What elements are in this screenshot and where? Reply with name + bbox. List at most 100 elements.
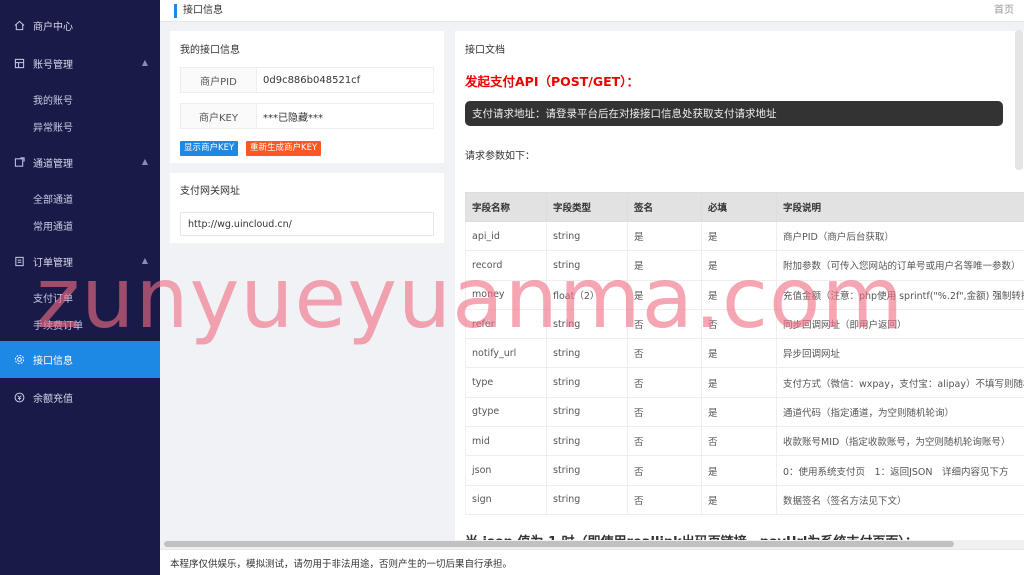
table-cell: 是 <box>627 279 702 310</box>
table-cell: string <box>546 455 628 486</box>
table-cell: 附加参数（可传入您网站的订单号或用户名等唯一参数） <box>776 250 1024 281</box>
table-cell: string <box>546 308 628 340</box>
sidebar-item-label: 商户中心 <box>33 21 73 33</box>
column-header: 字段类型 <box>546 192 628 222</box>
vertical-scrollbar[interactable] <box>1015 30 1023 170</box>
table-cell: 否 <box>627 426 702 457</box>
channel-icon <box>13 156 25 168</box>
sidebar-subitem-common-channels[interactable]: 常用通道 <box>0 212 160 239</box>
column-header: 字段名称 <box>465 192 547 222</box>
sidebar-subitem-all-channels[interactable]: 全部通道 <box>0 185 160 212</box>
key-value[interactable]: ***已隐藏*** <box>257 104 433 128</box>
column-header: 签名 <box>627 192 702 222</box>
table-row: api_id string 是是商户PID（商户后台获取） <box>465 220 1024 252</box>
table-row: record string 是是附加参数（可传入您网站的订单号或用户名等唯一参数） <box>465 250 1024 281</box>
sidebar-item-label: 订单管理 <box>33 257 73 269</box>
table-cell: 异步回调网址 <box>776 338 1024 369</box>
sidebar-item-order[interactable]: 订单管理 ▲ <box>0 242 160 280</box>
table-cell: string <box>546 396 628 428</box>
table-cell: 否 <box>627 367 702 398</box>
table-cell: refer <box>465 308 547 340</box>
my-api-info-card: 我的接口信息 商户PID 0d9c886b048521cf 商户KEY ***已… <box>170 31 444 163</box>
table-cell: gtype <box>465 396 547 428</box>
table-cell: 商户PID（商户后台获取） <box>776 220 1024 252</box>
table-cell: 是 <box>701 484 777 515</box>
table-cell: 同步回调网址（即用户返回） <box>776 308 1024 340</box>
table-cell: 否 <box>627 396 702 428</box>
column-header: 字段说明 <box>776 192 1024 222</box>
api-title: 发起支付API（POST/GET）： <box>465 74 639 89</box>
pid-value[interactable]: 0d9c886b048521cf <box>257 68 433 92</box>
table-cell: 否 <box>627 484 702 515</box>
table-cell: 充值金额（注意：php使用 sprintf("%.2f",金额) 强制转换2位 <box>776 279 1024 310</box>
key-label: 商户KEY <box>181 104 257 128</box>
sidebar-subitem-abnormal-account[interactable]: 异常账号 <box>0 113 160 140</box>
table-row: type string 否是支付方式（微信：wxpay，支付宝：alipay）不填写… <box>465 367 1024 398</box>
sidebar-item-merchant-center[interactable]: 商户中心 <box>0 6 160 44</box>
table-cell: string <box>546 338 628 369</box>
card-title: 接口文档 <box>465 45 505 56</box>
key-row: 商户KEY ***已隐藏*** <box>180 103 434 129</box>
sidebar-subitem-my-account[interactable]: 我的账号 <box>0 86 160 113</box>
table-cell: money <box>465 279 547 310</box>
show-key-button[interactable]: 显示商户KEY <box>180 141 239 156</box>
sidebar: 商户中心 账号管理 ▲ 我的账号 异常账号 通道管理 ▲ 全部通道 常用通道 订… <box>0 0 160 575</box>
table-row: refer string 否否同步回调网址（即用户返回） <box>465 308 1024 340</box>
table-cell: 是 <box>701 367 777 398</box>
table-row: sign string 否是数据签名（签名方法见下文） <box>465 484 1024 515</box>
gateway-url-field[interactable]: http://wg.uincloud.cn/ <box>180 212 434 236</box>
table-cell: 是 <box>701 396 777 428</box>
table-cell: 否 <box>627 455 702 486</box>
params-label: 请求参数如下： <box>465 151 535 162</box>
table-cell: 是 <box>627 250 702 281</box>
table-cell: 数据签名（签名方法见下文） <box>776 484 1024 515</box>
tab-api-info[interactable]: 接口信息 <box>174 4 223 18</box>
home-link[interactable]: 首页 <box>994 4 1014 18</box>
home-icon <box>13 19 25 31</box>
table-cell: 是 <box>701 279 777 310</box>
pid-label: 商户PID <box>181 68 257 92</box>
recharge-icon <box>13 391 25 403</box>
pid-row: 商户PID 0d9c886b048521cf <box>180 67 434 93</box>
table-header-row: 字段名称 字段类型 签名 必填 字段说明 <box>465 192 1024 222</box>
gear-icon <box>13 354 25 366</box>
table-cell: float（2） <box>546 279 628 310</box>
table-row: gtype string 否是通道代码（指定通道，为空则随机轮询） <box>465 396 1024 428</box>
table-cell: mid <box>465 426 547 457</box>
table-cell: 否 <box>627 338 702 369</box>
sidebar-item-channel[interactable]: 通道管理 ▲ <box>0 143 160 181</box>
chevron-up-icon: ▲ <box>141 58 148 67</box>
sidebar-item-recharge[interactable]: 余额充值 <box>0 378 160 416</box>
sidebar-item-label: 通道管理 <box>33 158 73 170</box>
table-cell: json <box>465 455 547 486</box>
table-cell: notify_url <box>465 338 547 369</box>
table-cell: 否 <box>701 308 777 340</box>
top-bar: 接口信息 首页 <box>160 0 1024 22</box>
table-cell: string <box>546 220 628 252</box>
sidebar-subitem-fee-orders[interactable]: 手续费订单 <box>0 311 160 338</box>
table-row: json string 否是 0：使用系统支付页 1：返回JSON 详细内容见下方 <box>465 455 1024 486</box>
table-cell: string <box>546 367 628 398</box>
sidebar-item-account[interactable]: 账号管理 ▲ <box>0 44 160 82</box>
table-row: mid string 否否收款账号MID（指定收款账号，为空则随机轮询账号） <box>465 426 1024 457</box>
horizontal-scrollbar[interactable] <box>160 540 1024 549</box>
column-header: 必填 <box>701 192 777 222</box>
sidebar-item-label: 账号管理 <box>33 59 73 71</box>
sidebar-item-api-info[interactable]: 接口信息 <box>0 341 160 378</box>
scrollbar-thumb[interactable] <box>164 541 954 547</box>
regenerate-key-button[interactable]: 重新生成商户KEY <box>246 141 322 156</box>
table-cell: 是 <box>701 338 777 369</box>
footer-disclaimer: 本程序仅供娱乐，模拟测试，请勿用于非法用途，否则产生的一切后果自行承担。 <box>160 549 1024 575</box>
table-cell: string <box>546 250 628 281</box>
table-cell: 支付方式（微信：wxpay，支付宝：alipay）不填写则随机 <box>776 367 1024 398</box>
table-row: money float（2）是是充值金额（注意：php使用 sprintf("%.… <box>465 279 1024 310</box>
chevron-up-icon: ▲ <box>141 157 148 166</box>
table-cell: api_id <box>465 220 547 252</box>
json-section-heading: 当 json 值为 1 时（即使用reallink出码页链接，payUrl为系统… <box>465 531 918 540</box>
sidebar-item-label: 余额充值 <box>33 393 73 405</box>
sidebar-subitem-pay-orders[interactable]: 支付订单 <box>0 284 160 311</box>
table-cell: string <box>546 426 628 457</box>
table-cell: sign <box>465 484 547 515</box>
table-row: notify_url string 否是异步回调网址 <box>465 338 1024 369</box>
account-icon <box>13 57 25 69</box>
